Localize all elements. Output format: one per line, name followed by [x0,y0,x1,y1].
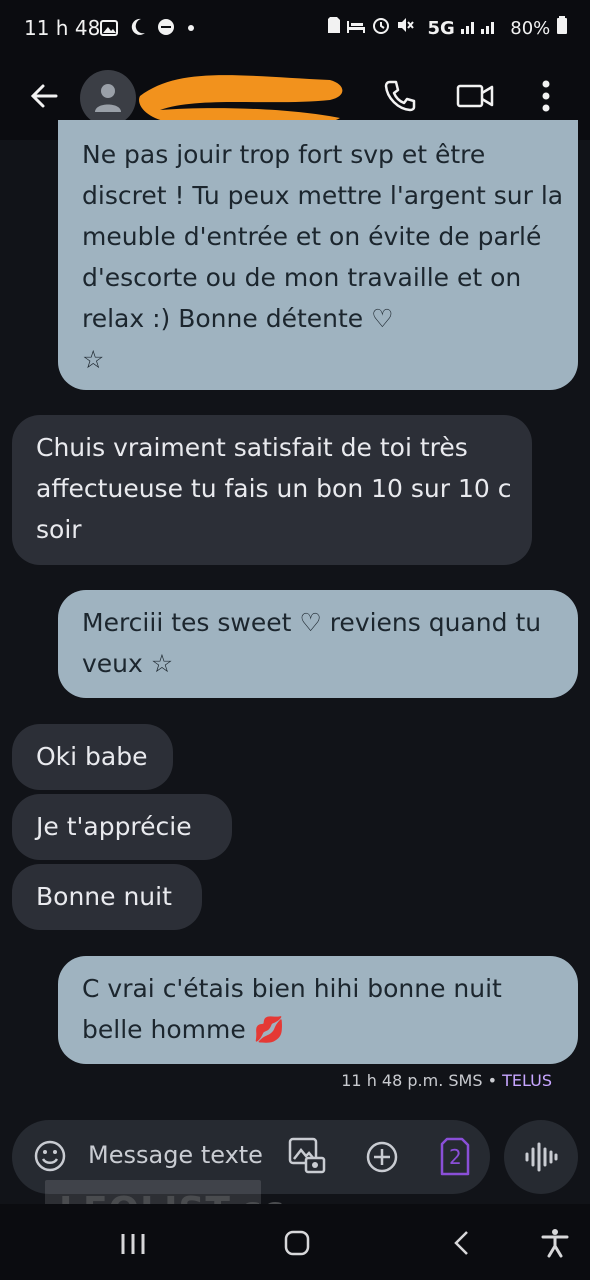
dnd-icon [158,19,175,35]
message-text-line: Oki babe [36,742,148,771]
message-text-line: soir [36,515,82,544]
message-type: SMS [448,1071,483,1090]
message-text-line: Je t'apprécie [36,812,192,841]
message-text-line: d'escorte ou de mon travaille et on [82,263,522,292]
message-bubble-incoming[interactable]: Chuis vraiment satisfait de toi très aff… [12,415,532,565]
alarm-icon [373,18,389,34]
battery-level: 80% [510,18,551,39]
more-vert-icon[interactable] [538,76,554,116]
message-bubble-incoming[interactable]: Oki babe [12,724,173,790]
bed-icon [347,21,366,33]
message-text-line: C vrai c'étais bien hihi bonne nuit [82,974,502,1003]
image-icon [100,20,118,36]
message-bubble-outgoing[interactable]: Ne pas jouir trop fort svp et être discr… [58,120,578,390]
meta-separator: • [487,1071,498,1090]
video-icon[interactable] [456,80,496,112]
message-text-line: Ne pas jouir trop fort svp et être [82,140,486,169]
sim-select[interactable]: 2 [440,1137,470,1177]
message-text-line: Chuis vraiment satisfait de toi très [36,433,468,462]
back-arrow-icon[interactable] [26,78,62,114]
accessibility-icon[interactable] [540,1228,570,1258]
message-bubble-incoming[interactable]: Je t'apprécie [12,794,232,860]
message-text-line: relax :) Bonne détente ♡ [82,304,394,333]
status-bar: 11 h 48 5G 80% [0,0,590,58]
message-text-line: affectueuse tu fais un bon 10 sur 10 c [36,474,512,503]
message-meta: 11 h 48 p.m. SMS • TELUS [341,1071,552,1090]
mute-icon [397,18,414,32]
system-nav-bar [0,1204,590,1280]
back-icon[interactable] [452,1230,472,1256]
add-attachment-icon[interactable] [364,1139,400,1175]
emoji-icon[interactable] [32,1138,68,1174]
message-text-line: discret ! Tu peux mettre l'argent sur la [82,181,564,210]
sim-number: 2 [449,1145,462,1169]
message-bubble-outgoing[interactable]: Merciii tes sweet ♡ reviens quand tu veu… [58,590,578,698]
message-text-line: Bonne nuit [36,882,172,911]
message-input[interactable]: Message texte [88,1141,263,1169]
gallery-icon[interactable] [288,1136,328,1176]
message-text-line: veux ☆ [82,649,174,678]
avatar[interactable] [80,70,136,126]
message-text-line: Merciii tes sweet ♡ reviens quand tu [82,608,542,637]
message-text-line: meuble d'entrée et on évite de parlé [82,222,542,251]
status-right-icons: 5G 80% [327,16,568,39]
network-type: 5G [427,18,455,39]
message-text-line: ☆ [82,345,105,374]
home-icon[interactable] [284,1230,310,1256]
message-bubble-outgoing[interactable]: C vrai c'étais bien hihi bonne nuit bell… [58,956,578,1064]
moon-icon [131,18,145,35]
status-time: 11 h 48 [24,16,101,40]
message-text-line: belle homme 💋 [82,1015,285,1044]
voice-message-button[interactable] [504,1120,578,1194]
message-timestamp: 11 h 48 p.m. [341,1071,444,1090]
status-left-icons [100,18,195,41]
avatar-person-icon [95,84,121,112]
recent-apps-icon[interactable] [120,1232,146,1256]
phone-icon[interactable] [382,78,418,114]
dot-icon [188,25,195,31]
sim-icon [327,17,340,33]
battery-icon [557,16,567,34]
signal-icon [460,22,494,34]
waveform-icon [525,1142,558,1172]
message-bubble-incoming[interactable]: Bonne nuit [12,864,202,930]
carrier-label: TELUS [502,1071,552,1090]
